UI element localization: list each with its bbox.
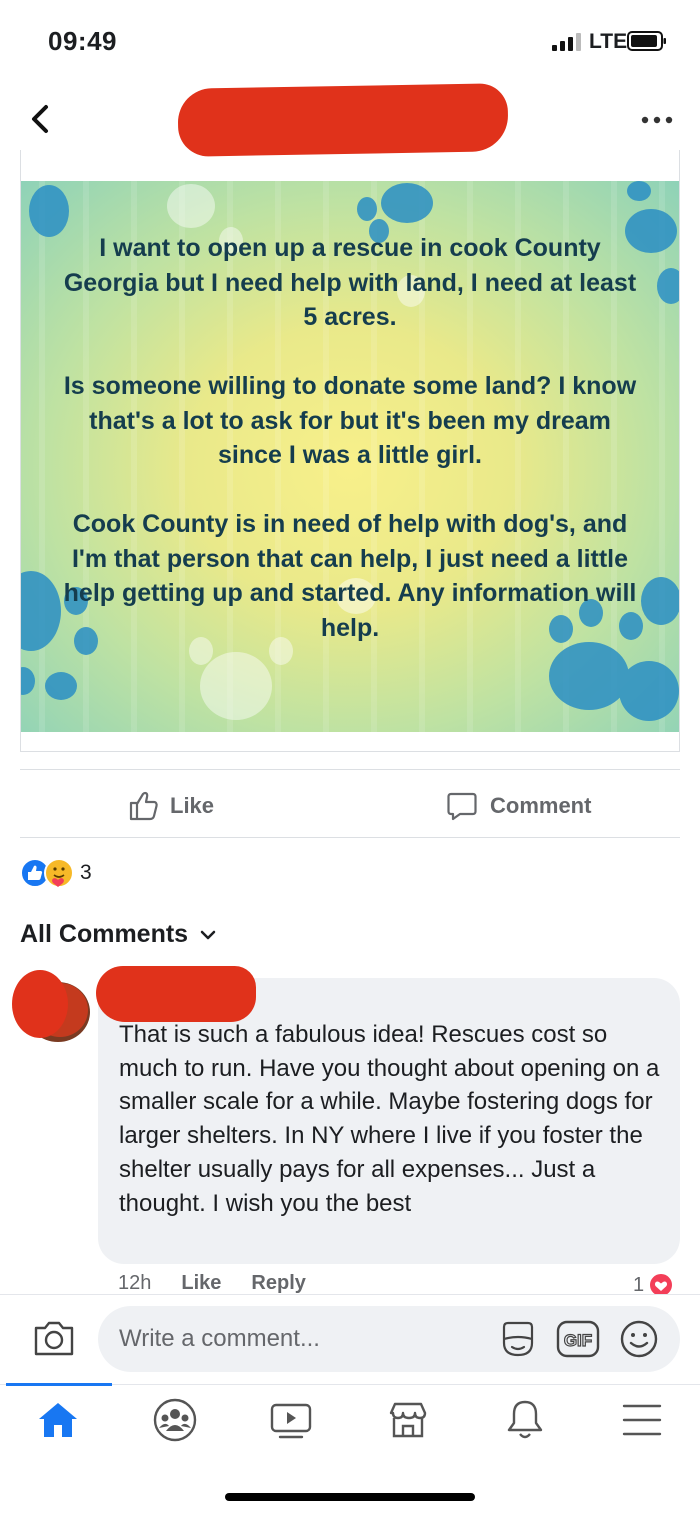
battery-icon — [627, 31, 666, 51]
home-indicator — [225, 1493, 475, 1501]
home-icon[interactable] — [33, 1398, 83, 1442]
emoji-icon[interactable] — [619, 1319, 659, 1359]
commenter-avatar[interactable] — [10, 968, 90, 1044]
care-reaction-icon — [44, 858, 74, 888]
divider — [20, 837, 680, 838]
gif-icon[interactable]: GIF — [556, 1320, 600, 1358]
watch-icon[interactable] — [266, 1398, 316, 1442]
comment-meta: 12h Like Reply — [118, 1272, 306, 1295]
bottom-tab-bar — [0, 1384, 700, 1465]
comments-filter-dropdown[interactable]: All Comments — [20, 920, 216, 949]
menu-icon[interactable] — [617, 1398, 667, 1442]
back-arrow-icon[interactable] — [26, 102, 56, 136]
redacted-commenter-name — [96, 966, 256, 1022]
reactions-summary[interactable]: 3 — [20, 857, 92, 889]
comment-reply-link[interactable]: Reply — [251, 1272, 305, 1295]
active-tab-indicator — [6, 1383, 112, 1386]
comments-filter-label: All Comments — [20, 920, 189, 948]
comment-like-link[interactable]: Like — [181, 1272, 221, 1295]
network-label: LTE — [589, 30, 628, 53]
redacted-author-name — [177, 83, 509, 157]
comment-timestamp: 12h — [118, 1272, 152, 1294]
like-button[interactable]: Like — [128, 786, 214, 826]
notifications-icon[interactable] — [500, 1398, 550, 1442]
comment-label: Comment — [490, 793, 592, 818]
post-image[interactable]: I want to open up a rescue in cook Count… — [21, 181, 679, 732]
status-time: 09:49 — [48, 26, 117, 56]
divider — [20, 769, 680, 770]
marketplace-icon[interactable] — [383, 1398, 433, 1442]
more-options-icon[interactable] — [641, 116, 673, 124]
comment-icon — [447, 792, 477, 821]
reaction-count: 3 — [80, 861, 92, 884]
camera-icon[interactable] — [32, 1318, 76, 1358]
groups-icon[interactable] — [150, 1398, 200, 1442]
comment-button[interactable]: Comment — [446, 786, 591, 826]
sticker-icon[interactable] — [498, 1319, 538, 1359]
svg-text:GIF: GIF — [564, 1331, 592, 1350]
like-icon — [129, 791, 158, 821]
chevron-down-icon — [200, 930, 216, 939]
comment-text: That is such a fabulous idea! Rescues co… — [119, 1021, 660, 1217]
like-label: Like — [170, 793, 215, 818]
signal-icon — [552, 33, 581, 51]
post-image-text: I want to open up a rescue in cook Count… — [63, 234, 637, 642]
